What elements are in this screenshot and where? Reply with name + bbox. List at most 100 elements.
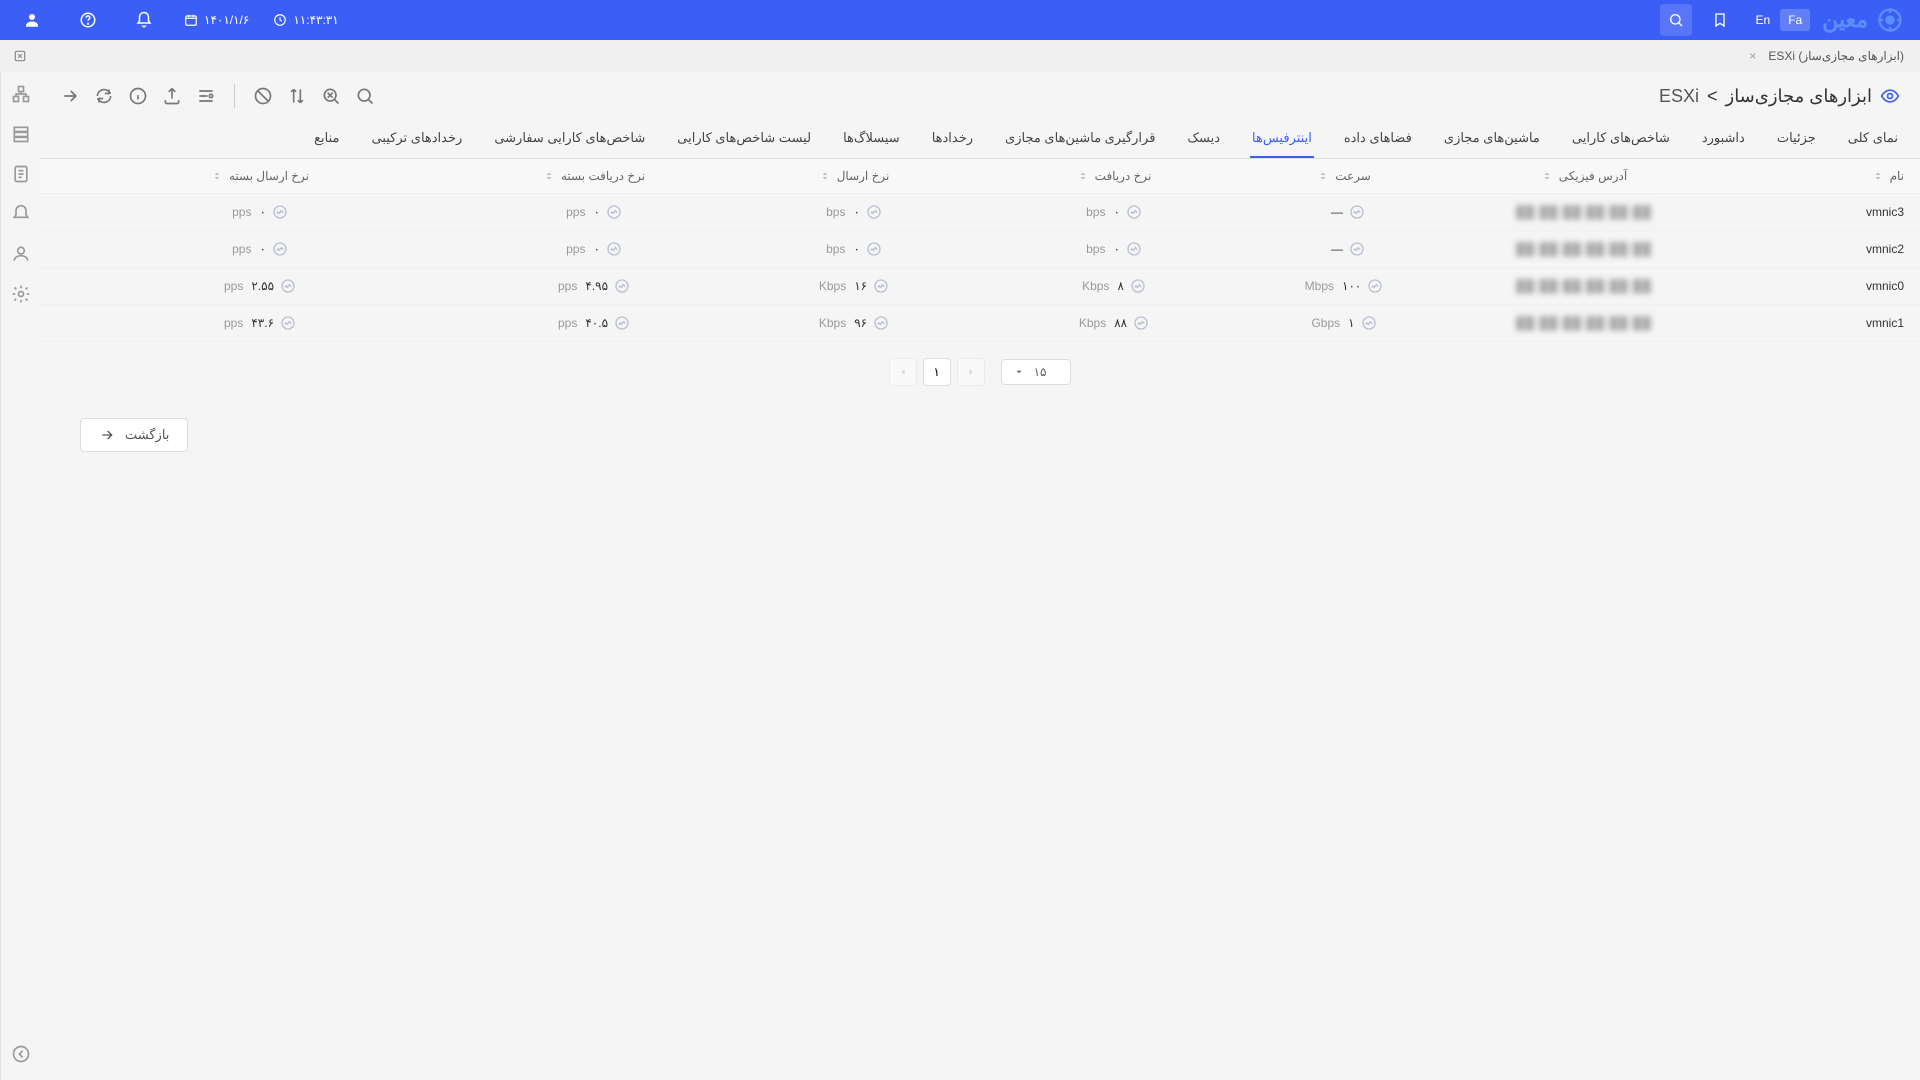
- close-tab-icon[interactable]: ×: [1745, 49, 1760, 63]
- doc-tab-title: ESXi (ابزارهای مجازی‌ساز): [1768, 49, 1904, 63]
- tab-11[interactable]: لیست شاخص‌های کارایی: [675, 120, 813, 158]
- chart-icon[interactable]: [873, 315, 889, 331]
- user-icon[interactable]: [16, 4, 48, 36]
- chart-icon[interactable]: [866, 241, 882, 257]
- tab-8[interactable]: قرارگیری ماشین‌های مجازی: [1003, 120, 1157, 158]
- chart-icon[interactable]: [1361, 315, 1377, 331]
- lang-fa[interactable]: Fa: [1780, 9, 1810, 31]
- cell-speed: —: [1244, 241, 1444, 257]
- sort-icon[interactable]: [287, 86, 307, 106]
- col-speed[interactable]: سرعت: [1244, 169, 1444, 183]
- settings-icon[interactable]: [196, 86, 216, 106]
- cell-tx: ۹۶ Kbps: [724, 315, 984, 331]
- stop-icon[interactable]: [253, 86, 273, 106]
- bookmark-icon[interactable]: [1704, 4, 1736, 36]
- tab-14[interactable]: منابع: [312, 120, 341, 158]
- page-size-select[interactable]: ۱۵: [1001, 359, 1072, 385]
- close-all-tabs[interactable]: [8, 44, 32, 68]
- tab-6[interactable]: اینترفیس‌ها: [1250, 120, 1314, 158]
- chart-icon[interactable]: [280, 315, 296, 331]
- tab-3[interactable]: شاخص‌های کارایی: [1570, 120, 1672, 158]
- forward-icon[interactable]: [60, 86, 80, 106]
- tab-13[interactable]: رخدادهای ترکیبی: [370, 120, 465, 158]
- side-settings-icon[interactable]: [11, 284, 31, 304]
- chart-icon[interactable]: [1349, 241, 1365, 257]
- tab-9[interactable]: رخدادها: [930, 120, 975, 158]
- sort-arrows-icon: [1872, 170, 1884, 182]
- chart-icon[interactable]: [614, 278, 630, 294]
- table-row[interactable]: vmnic3██:██:██:██:██:██— ۰ bps۰ bps ۰ pps…: [40, 194, 1920, 231]
- chart-icon[interactable]: [1133, 315, 1149, 331]
- clear-search-icon[interactable]: [321, 86, 341, 106]
- info-icon[interactable]: [128, 86, 148, 106]
- bell-icon[interactable]: [128, 4, 160, 36]
- table-row[interactable]: vmnic1██:██:██:██:██:██۱ Gbps۸۸ Kbps۹۶ K…: [40, 305, 1920, 342]
- tab-5[interactable]: فضاهای داده: [1342, 120, 1414, 158]
- chart-icon[interactable]: [272, 241, 288, 257]
- cell-addr: ██:██:██:██:██:██: [1444, 204, 1724, 220]
- cell-rx: ۰ bps: [984, 241, 1244, 257]
- side-alert-icon[interactable]: [11, 204, 31, 224]
- breadcrumb: ابزارهای مجازی‌ساز > ESXi: [1659, 86, 1900, 107]
- chart-icon[interactable]: [873, 278, 889, 294]
- next-page[interactable]: [957, 358, 985, 386]
- chart-icon[interactable]: [272, 204, 288, 220]
- current-page: ۱: [923, 358, 951, 386]
- side-users-icon[interactable]: [11, 244, 31, 264]
- cell-speed: —: [1244, 204, 1444, 220]
- cell-tx: ۰ bps: [724, 204, 984, 220]
- side-stack-icon[interactable]: [11, 124, 31, 144]
- chart-icon[interactable]: [606, 204, 622, 220]
- lang-en[interactable]: En: [1748, 9, 1779, 31]
- language-switcher[interactable]: En Fa: [1748, 9, 1811, 31]
- sort-arrows-icon: [1077, 170, 1089, 182]
- col-name[interactable]: نام: [1724, 169, 1904, 183]
- chart-icon[interactable]: [606, 241, 622, 257]
- tab-4[interactable]: ماشین‌های مجازی: [1442, 120, 1542, 158]
- back-button[interactable]: بازگشت: [80, 418, 188, 452]
- col-txp[interactable]: نرخ ارسال بسته: [56, 169, 464, 183]
- chart-icon[interactable]: [1349, 204, 1365, 220]
- help-icon[interactable]: [72, 4, 104, 36]
- chart-icon[interactable]: [866, 204, 882, 220]
- tab-12[interactable]: شاخص‌های کارایی سفارشی: [492, 120, 647, 158]
- tab-10[interactable]: سیسلاگ‌ها: [841, 120, 902, 158]
- col-rxp[interactable]: نرخ دریافت بسته: [464, 169, 724, 183]
- col-addr[interactable]: آدرس فیزیکی: [1444, 169, 1724, 183]
- col-rx[interactable]: نرخ دریافت: [984, 169, 1244, 183]
- search-icon[interactable]: [355, 86, 375, 106]
- search-button[interactable]: [1660, 4, 1692, 36]
- sort-arrows-icon: [543, 170, 555, 182]
- sort-arrows-icon: [1317, 170, 1329, 182]
- chart-icon[interactable]: [280, 278, 296, 294]
- document-tab[interactable]: × ESXi (ابزارهای مجازی‌ساز): [1737, 45, 1912, 67]
- sort-arrows-icon: [819, 170, 831, 182]
- prev-page[interactable]: [889, 358, 917, 386]
- tab-2[interactable]: داشبورد: [1700, 120, 1747, 158]
- chart-icon[interactable]: [1367, 278, 1383, 294]
- chart-icon[interactable]: [1126, 204, 1142, 220]
- cell-name: vmnic3: [1724, 204, 1904, 220]
- cell-name: vmnic1: [1724, 315, 1904, 331]
- tab-1[interactable]: جزئیات: [1775, 120, 1818, 158]
- table-row[interactable]: vmnic2██:██:██:██:██:██— ۰ bps۰ bps۰ pps…: [40, 231, 1920, 268]
- cell-rx: ۰ bps: [984, 204, 1244, 220]
- cell-txp: ۲.۵۵ pps: [56, 278, 464, 294]
- refresh-icon[interactable]: [94, 86, 114, 106]
- cell-addr: ██:██:██:██:██:██: [1444, 241, 1724, 257]
- tab-7[interactable]: دیسک: [1185, 120, 1222, 158]
- table-row[interactable]: vmnic0██:██:██:██:██:██۱۰۰ Mbps۸ Kbps۱۶ …: [40, 268, 1920, 305]
- tab-0[interactable]: نمای کلی: [1846, 120, 1900, 158]
- export-icon[interactable]: [162, 86, 182, 106]
- side-collapse-icon[interactable]: [11, 1044, 31, 1064]
- col-tx[interactable]: نرخ ارسال: [724, 169, 984, 183]
- chart-icon[interactable]: [1126, 241, 1142, 257]
- side-hierarchy-icon[interactable]: [11, 84, 31, 104]
- side-report-icon[interactable]: [11, 164, 31, 184]
- cell-addr: ██:██:██:██:██:██: [1444, 278, 1724, 294]
- cell-addr: ██:██:██:██:██:██: [1444, 315, 1724, 331]
- cell-speed: ۱۰۰ Mbps: [1244, 278, 1444, 294]
- chart-icon[interactable]: [1130, 278, 1146, 294]
- chart-icon[interactable]: [614, 315, 630, 331]
- cell-txp: ۰ pps: [56, 204, 464, 220]
